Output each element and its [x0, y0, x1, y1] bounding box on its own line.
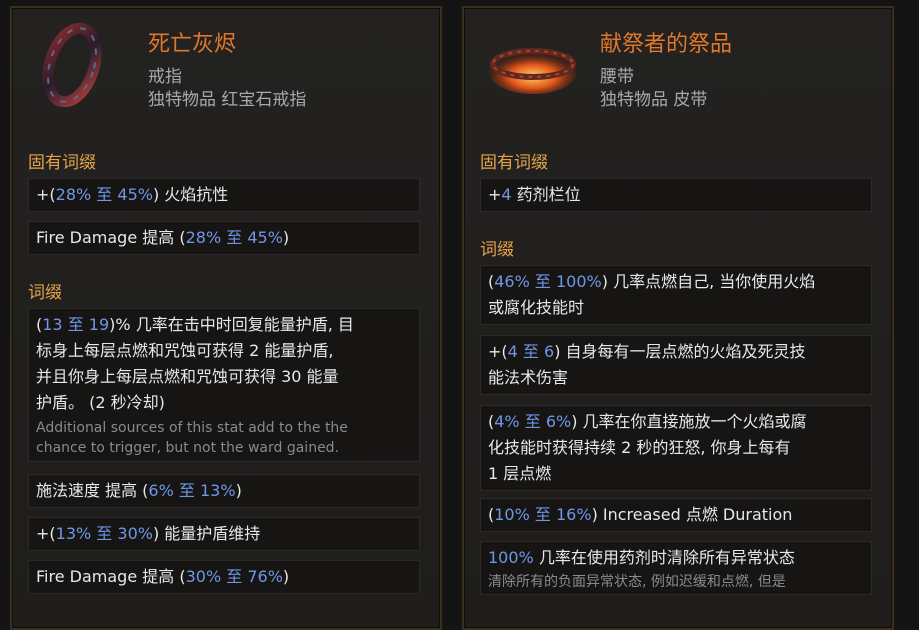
item-name: 死亡灰烬	[148, 32, 237, 57]
item-card-belt: 献祭者的祭品 腰带 独特物品 皮带 固有词缀 +4 药剂栏位 词缀 (46% 至…	[462, 6, 894, 630]
affix-mod: Fire Damage 提高 (30% 至 76%)	[28, 560, 420, 594]
affix-title: 词缀	[28, 283, 62, 303]
ring-icon	[42, 22, 102, 108]
affix-mod: 100% 几率在使用药剂时清除所有异常状态 清除所有的负面异常状态, 例如迟缓和…	[480, 541, 872, 595]
affix-mod: (13 至 19)% 几率在击中时回复能量护盾, 目 标身上每层点燃和咒蚀可获得…	[28, 308, 420, 462]
item-subtype: 独特物品 皮带	[600, 90, 708, 110]
item-type: 腰带	[600, 67, 634, 87]
belt-icon	[489, 48, 577, 94]
affix-mod: +(13% 至 30%) 能量护盾维持	[28, 517, 420, 551]
item-type: 戒指	[148, 67, 182, 87]
item-card-ring: 死亡灰烬 戒指 独特物品 红宝石戒指 固有词缀 +(28% 至 45%) 火焰抗…	[10, 6, 442, 630]
affix-mod: (4% 至 6%) 几率在你直接施放一个火焰或腐 化技能时获得持续 2 秒的狂怒…	[480, 405, 872, 491]
affix-mod: +(4 至 6) 自身每有一层点燃的火焰及死灵技 能法术伤害	[480, 335, 872, 395]
affix-title: 词缀	[480, 240, 514, 260]
affix-mod: (46% 至 100%) 几率点燃自己, 当你使用火焰 或腐化技能时	[480, 265, 872, 325]
affix-mod: (10% 至 16%) Increased 点燃 Duration	[480, 498, 872, 532]
implicit-title: 固有词缀	[480, 153, 548, 173]
affix-note: 清除所有的负面异常状态, 例如迟缓和点燃, 但是	[488, 574, 786, 590]
item-name: 献祭者的祭品	[600, 32, 733, 57]
item-subtype: 独特物品 红宝石戒指	[148, 90, 307, 110]
implicit-mod: +4 药剂栏位	[480, 178, 872, 212]
affix-mod: 施法速度 提高 (6% 至 13%)	[28, 474, 420, 508]
implicit-mod: Fire Damage 提高 (28% 至 45%)	[28, 221, 420, 255]
item-header: 献祭者的祭品 腰带 独特物品 皮带	[464, 8, 892, 120]
implicit-mod: +(28% 至 45%) 火焰抗性	[28, 178, 420, 212]
affix-note: Additional sources of this stat add to t…	[36, 420, 348, 456]
item-header: 死亡灰烬 戒指 独特物品 红宝石戒指	[12, 8, 440, 120]
implicit-title: 固有词缀	[28, 153, 96, 173]
